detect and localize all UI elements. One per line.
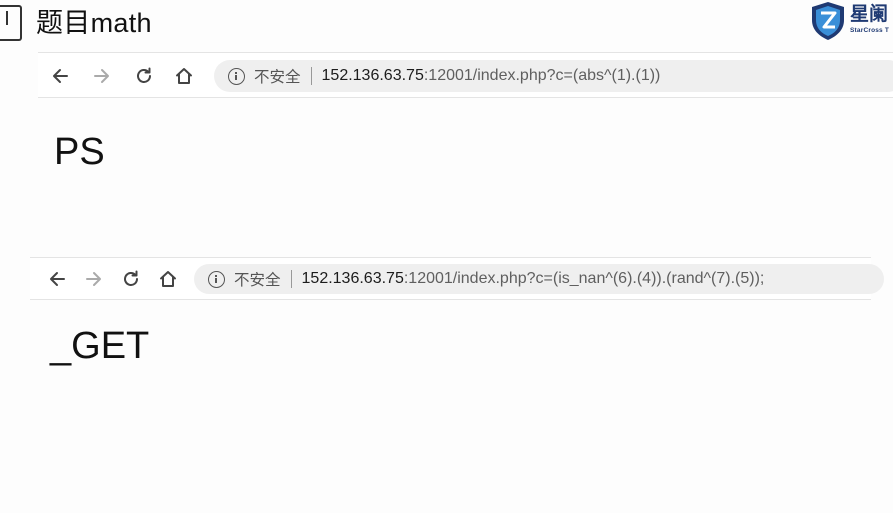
security-label[interactable]: 不安全: [254, 65, 301, 87]
page-output-2: _GET: [50, 325, 150, 367]
home-icon[interactable]: [174, 66, 194, 86]
reload-icon[interactable]: [134, 66, 154, 86]
arrow-left-icon[interactable]: [47, 269, 67, 289]
shield-logo-icon: [812, 2, 844, 40]
address-bar[interactable]: 不安全 152.136.63.75:12001/index.php?c=(is_…: [194, 264, 884, 294]
url-path: :12001/index.php?c=(abs^(1).(1)): [423, 67, 661, 84]
brand-name-en: StarCross T: [850, 27, 890, 34]
url-host: 152.136.63.75: [321, 67, 424, 84]
slide-header: 题目math 星阑 StarCross T: [0, 0, 893, 48]
brand-logo: 星阑 StarCross T: [810, 0, 893, 42]
arrow-right-icon[interactable]: [84, 269, 104, 289]
title-bracket-icon: [0, 5, 22, 41]
info-icon[interactable]: [228, 67, 245, 85]
browser-toolbar-2: 不安全 152.136.63.75:12001/index.php?c=(is_…: [30, 257, 884, 300]
url-host: 152.136.63.75: [301, 270, 404, 287]
brand-name-cn: 星阑: [850, 4, 889, 25]
page-output-1: PS: [54, 131, 105, 173]
omnibox-divider: [310, 67, 312, 85]
browser-toolbar-1: 不安全 152.136.63.75:12001/index.php?c=(abs…: [38, 52, 893, 98]
page-title: 题目math: [36, 8, 152, 38]
reload-icon[interactable]: [121, 269, 141, 289]
address-bar[interactable]: 不安全 152.136.63.75:12001/index.php?c=(abs…: [214, 60, 893, 92]
omnibox-divider: [290, 270, 292, 288]
info-icon[interactable]: [208, 270, 225, 288]
home-icon[interactable]: [158, 269, 178, 289]
arrow-right-icon[interactable]: [92, 66, 112, 86]
url-path: :12001/index.php?c=(is_nan^(6).(4)).(ran…: [403, 270, 765, 287]
arrow-left-icon[interactable]: [50, 66, 70, 86]
security-label[interactable]: 不安全: [234, 268, 281, 290]
